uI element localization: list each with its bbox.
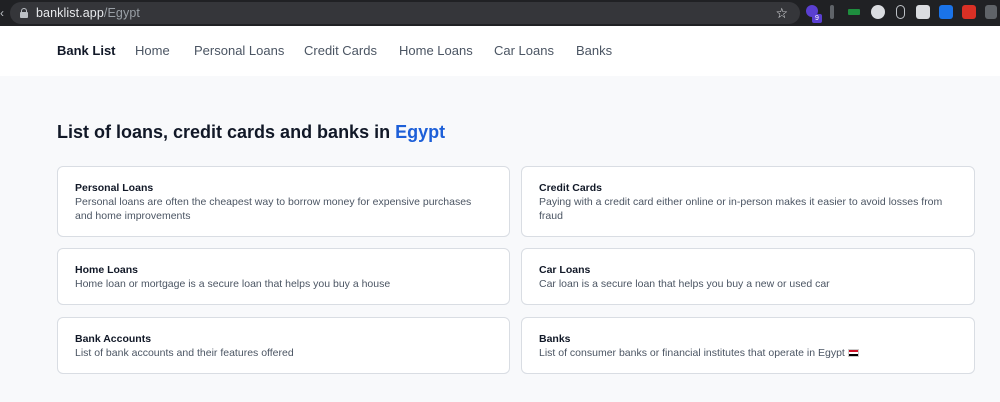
browser-toolbar: ‹ banklist.app/Egypt ☆ 9 <box>0 0 1000 26</box>
card-credit-cards[interactable]: Credit Cards Paying with a credit card e… <box>521 166 975 237</box>
card-title: Car Loans <box>539 264 591 276</box>
card-description: Car loan is a secure loan that helps you… <box>539 278 830 290</box>
card-banks[interactable]: Banks List of consumer banks or financia… <box>521 317 975 374</box>
card-title: Banks <box>539 333 571 345</box>
extension-puzzle-icon[interactable] <box>985 5 997 19</box>
card-home-loans[interactable]: Home Loans Home loan or mortgage is a se… <box>57 248 510 305</box>
back-arrow-icon[interactable]: ‹ <box>0 5 6 21</box>
card-description: List of consumer banks or financial inst… <box>539 346 954 360</box>
extension-download-icon[interactable] <box>939 5 953 19</box>
card-title: Personal Loans <box>75 182 154 194</box>
card-description-text: List of consumer banks or financial inst… <box>539 347 845 359</box>
nav-link-banks[interactable]: Banks <box>576 43 612 59</box>
card-title: Credit Cards <box>539 182 603 194</box>
page-title-text: List of loans, credit cards and banks in <box>57 122 391 142</box>
site-navbar: Bank List Home Personal Loans Credit Car… <box>0 26 1000 76</box>
extension-red-icon[interactable] <box>962 5 976 19</box>
nav-link-credit-cards[interactable]: Credit Cards <box>304 43 377 59</box>
card-bank-accounts[interactable]: Bank Accounts List of bank accounts and … <box>57 317 510 374</box>
url-text[interactable]: banklist.app/Egypt <box>36 6 140 20</box>
egypt-flag-icon <box>847 349 859 357</box>
extension-k-icon[interactable] <box>871 5 885 19</box>
bookmark-star-icon[interactable]: ☆ <box>775 4 788 22</box>
extension-battery-icon[interactable] <box>848 9 860 15</box>
nav-link-home[interactable]: Home <box>135 43 170 59</box>
brand-link[interactable]: Bank List <box>57 43 116 59</box>
card-description: List of bank accounts and their features… <box>75 347 294 359</box>
card-personal-loans[interactable]: Personal Loans Personal loans are often … <box>57 166 510 237</box>
nav-link-car-loans[interactable]: Car Loans <box>494 43 554 59</box>
address-bar[interactable]: banklist.app/Egypt ☆ <box>10 2 800 24</box>
page-title: List of loans, credit cards and banks in… <box>57 121 445 143</box>
card-title: Bank Accounts <box>75 333 152 345</box>
extension-pin-icon[interactable] <box>830 5 834 19</box>
nav-link-personal-loans[interactable]: Personal Loans <box>194 43 284 59</box>
card-description: Personal loans are often the cheapest wa… <box>75 196 472 222</box>
card-description: Home loan or mortgage is a secure loan t… <box>75 278 391 290</box>
card-description: Paying with a credit card either online … <box>539 196 943 222</box>
nav-link-home-loans[interactable]: Home Loans <box>399 43 473 59</box>
extension-badge: 9 <box>812 14 822 23</box>
card-car-loans[interactable]: Car Loans Car loan is a secure loan that… <box>521 248 975 305</box>
country-name: Egypt <box>395 122 446 142</box>
extension-camera-icon[interactable] <box>916 5 930 19</box>
lock-icon[interactable] <box>20 8 28 18</box>
card-title: Home Loans <box>75 264 139 276</box>
extension-mouse-icon[interactable] <box>896 5 905 19</box>
